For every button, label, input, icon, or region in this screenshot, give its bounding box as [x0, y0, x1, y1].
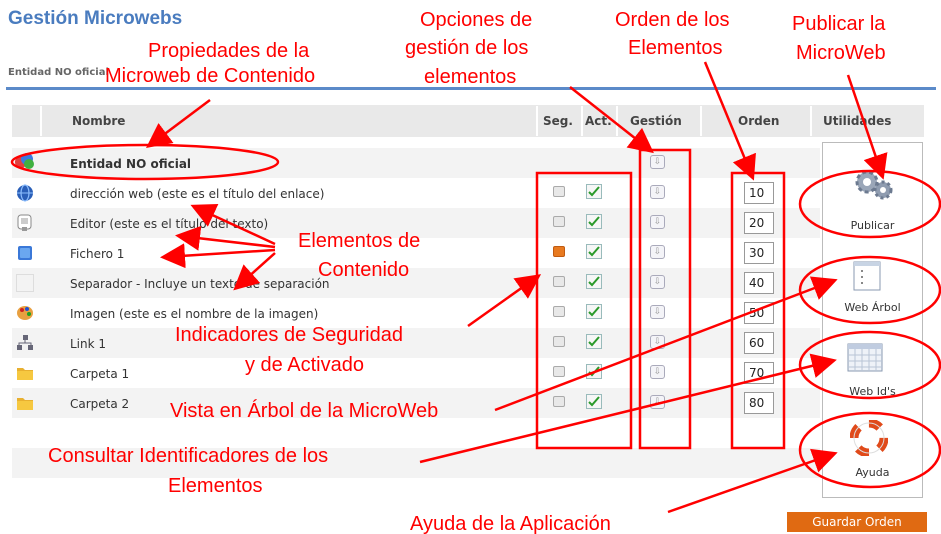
annotation-publicar-2: MicroWeb: [796, 42, 886, 64]
annotation-opciones-2: gestión de los: [405, 37, 529, 59]
annotation-elementos-2: Contenido: [318, 259, 410, 281]
annotation-propiedades-2: Microweb de Contenido: [105, 65, 316, 87]
annotation-ayuda: Ayuda de la Aplicación: [410, 513, 611, 534]
annotation-publicar-1: Publicar la: [792, 13, 886, 35]
annotation-consultar-2: Elementos: [168, 475, 263, 497]
annotation-propiedades-1: Propiedades de la: [148, 40, 310, 62]
annotation-vista: Vista en Árbol de la MicroWeb: [170, 400, 439, 422]
annotation-indicadores-1: Indicadores de Seguridad: [175, 324, 403, 346]
annotation-orden-1: Orden de los: [615, 9, 730, 31]
annotation-indicadores-2: y de Activado: [245, 354, 364, 376]
annotation-orden-2: Elementos: [628, 37, 723, 59]
annotation-opciones-3: elementos: [424, 66, 517, 88]
annotation-consultar-1: Consultar Identificadores de los: [48, 445, 329, 467]
annotation-elementos-1: Elementos de: [298, 230, 421, 252]
annotation-opciones-1: Opciones de: [420, 9, 533, 31]
